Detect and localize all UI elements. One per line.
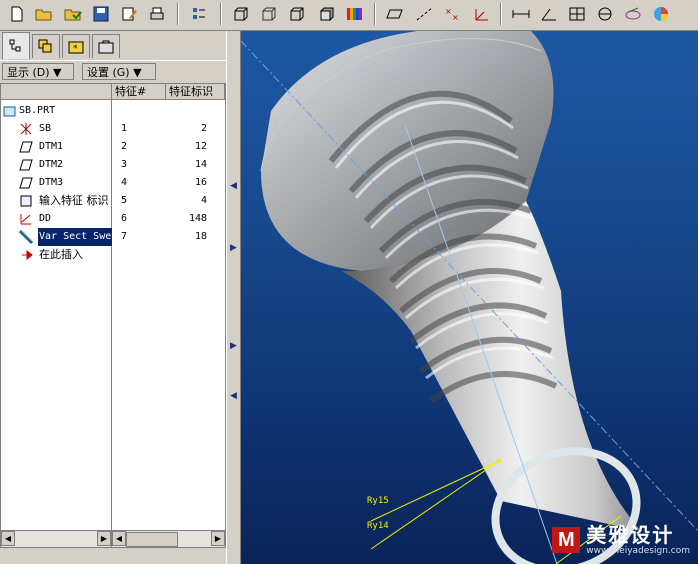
dimension-label-ry15[interactable]: Ry15: [367, 496, 389, 506]
open-folder-icon[interactable]: [33, 3, 55, 25]
insert-here-row[interactable]: 在此插入: [1, 246, 111, 264]
model-tree-tab[interactable]: [2, 32, 30, 59]
coordinate-system-icon[interactable]: [470, 3, 492, 25]
measure-angle-icon[interactable]: [538, 3, 560, 25]
feature-no: 2: [121, 141, 128, 152]
model-render: Ry15 Ry14: [241, 31, 698, 564]
wireframe-icon[interactable]: [230, 3, 252, 25]
scroll-thumb[interactable]: [126, 532, 178, 547]
brand-mark-icon: M: [552, 527, 581, 553]
watermark-url: www.meiyadesign.com: [586, 546, 690, 556]
save-icon[interactable]: [90, 3, 112, 25]
measure-area-icon[interactable]: [566, 3, 588, 25]
feature-no: 4: [121, 177, 128, 188]
scroll-right-icon[interactable]: ▶: [97, 531, 111, 546]
favorites-icon: *: [68, 41, 84, 54]
color-analysis-icon[interactable]: [650, 3, 672, 25]
columns-hscrollbar[interactable]: ◀ ▶: [112, 530, 225, 547]
tree-item[interactable]: DTM1: [1, 138, 111, 156]
scroll-left-icon[interactable]: ◀: [1, 531, 15, 546]
datum-point-icon[interactable]: × ×: [442, 3, 464, 25]
favorites-tab[interactable]: *: [62, 34, 90, 58]
feature-id: 18: [194, 231, 207, 242]
feature-no: 6: [121, 213, 128, 224]
layers-tab[interactable]: [32, 34, 60, 58]
tree-item[interactable]: DTM3: [1, 174, 111, 192]
graphics-viewport[interactable]: Ry15 Ry14 M 美雅设计 www.meiyadesign.com: [241, 31, 698, 564]
tree-item[interactable]: DTM2: [1, 156, 111, 174]
collapse-left-icon[interactable]: ◀: [230, 181, 237, 191]
shaded-icon[interactable]: [316, 3, 338, 25]
svg-text:×: ×: [445, 7, 452, 16]
feature-id: 4: [200, 195, 207, 206]
model-tree-icon: [9, 39, 21, 52]
feature-id: 14: [194, 159, 207, 170]
datum-plane-icon: [19, 177, 33, 189]
datum-plane-icon: [19, 141, 33, 153]
tree-col-header: [1, 84, 112, 100]
open-recent-icon[interactable]: [62, 3, 84, 25]
tree-item[interactable]: SB: [1, 120, 111, 138]
feature-id-header[interactable]: 特征标识: [166, 84, 225, 100]
datum-axis-icon[interactable]: [414, 3, 436, 25]
part-icon: [3, 106, 16, 117]
collapse-left-icon[interactable]: ◀: [230, 391, 237, 401]
tools-icon: [98, 40, 114, 53]
coordinate-system-icon: [20, 123, 32, 135]
sketch-curve-icon: [20, 214, 31, 225]
watermark-logo: M 美雅设计 www.meiyadesign.com: [552, 524, 690, 556]
expand-right-icon[interactable]: ▶: [230, 341, 237, 351]
expand-right-icon[interactable]: ▶: [230, 243, 237, 253]
layers-icon: [38, 39, 52, 52]
new-file-icon[interactable]: [6, 3, 28, 25]
model-tree: 特征# 特征标识 SB.PRT SB DTM1 DTM2 DTM3 输入特征 标…: [0, 83, 226, 548]
feature-id: 16: [194, 177, 207, 188]
feature-no-header[interactable]: 特征#: [112, 84, 166, 100]
section-icon[interactable]: [594, 3, 616, 25]
scroll-right-icon[interactable]: ▶: [211, 531, 225, 546]
feature-id: 2: [200, 123, 207, 134]
edit-icon[interactable]: [118, 3, 140, 25]
feature-no: 3: [121, 159, 128, 170]
print-icon[interactable]: [146, 3, 168, 25]
feature-no: 5: [121, 195, 128, 206]
feature-id: 148: [188, 213, 207, 224]
panel-tabs: *: [0, 31, 226, 59]
sweep-icon: [19, 230, 33, 244]
watermark-title: 美雅设计: [586, 523, 675, 547]
color-icon[interactable]: [344, 3, 366, 25]
tree-item[interactable]: 输入特征 标识: [1, 192, 111, 210]
tree-root[interactable]: SB.PRT: [1, 102, 111, 120]
tree-hscrollbar[interactable]: ◀ ▶: [1, 530, 111, 547]
datum-plane-icon: [19, 159, 33, 171]
no-hidden-icon[interactable]: [286, 3, 308, 25]
dimension-label-ry14[interactable]: Ry14: [367, 521, 389, 531]
model-tree-panel: * 显示 (D) ▼ 设置 (G) ▼ 特征# 特征标识 SB.PRT SB D…: [0, 31, 226, 564]
hidden-line-icon[interactable]: [258, 3, 280, 25]
datum-plane-icon[interactable]: [384, 3, 406, 25]
feature-no: 7: [121, 231, 128, 242]
tools-tab[interactable]: [92, 34, 120, 58]
feature-id: 12: [194, 141, 207, 152]
model-analysis-icon[interactable]: [622, 3, 644, 25]
import-feature-icon: [20, 195, 32, 207]
tree-item[interactable]: DD: [1, 210, 111, 228]
settings-menu[interactable]: 设置 (G) ▼: [82, 63, 156, 80]
tree-item-selected[interactable]: Var Sect Swe: [1, 228, 113, 246]
panel-splitter[interactable]: ◀ ▶ ▶ ◀: [226, 31, 241, 564]
main-toolbar: × ×: [0, 0, 698, 31]
svg-text:×: ×: [452, 13, 459, 22]
show-menu[interactable]: 显示 (D) ▼: [2, 63, 74, 80]
regenerate-icon[interactable]: [188, 3, 210, 25]
svg-text:*: *: [73, 44, 78, 54]
feature-no: 1: [121, 123, 128, 134]
measure-distance-icon[interactable]: [510, 3, 532, 25]
tree-menus: 显示 (D) ▼ 设置 (G) ▼: [0, 60, 226, 84]
scroll-left-icon[interactable]: ◀: [112, 531, 126, 546]
insert-arrow-icon: [22, 249, 33, 261]
